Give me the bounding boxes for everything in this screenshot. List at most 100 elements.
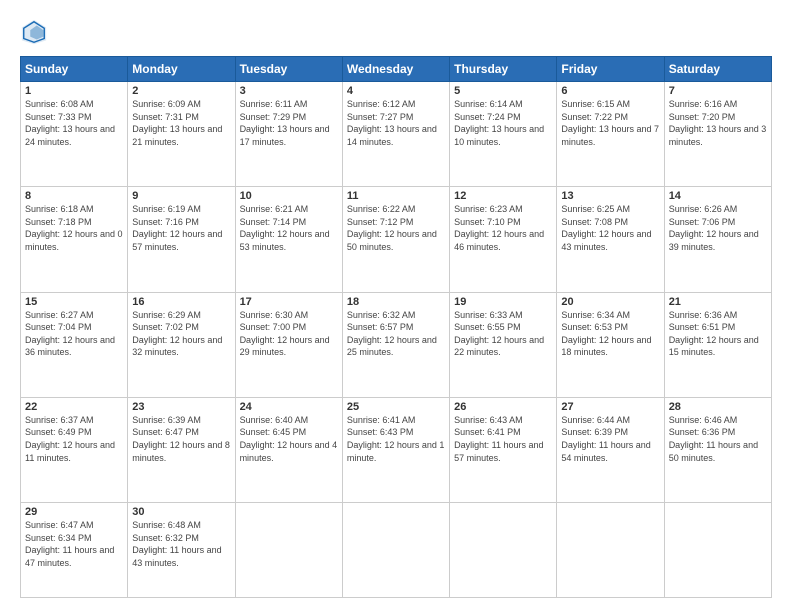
day-info: Sunrise: 6:32 AMSunset: 6:57 PMDaylight:… bbox=[347, 310, 437, 358]
day-info: Sunrise: 6:36 AMSunset: 6:51 PMDaylight:… bbox=[669, 310, 759, 358]
day-cell: 28 Sunrise: 6:46 AMSunset: 6:36 PMDaylig… bbox=[664, 397, 771, 502]
weekday-header-thursday: Thursday bbox=[450, 57, 557, 82]
week-row-1: 1 Sunrise: 6:08 AMSunset: 7:33 PMDayligh… bbox=[21, 82, 772, 187]
day-cell: 21 Sunrise: 6:36 AMSunset: 6:51 PMDaylig… bbox=[664, 292, 771, 397]
day-number: 14 bbox=[669, 190, 767, 202]
weekday-header-row: SundayMondayTuesdayWednesdayThursdayFrid… bbox=[21, 57, 772, 82]
day-cell bbox=[450, 503, 557, 598]
day-info: Sunrise: 6:44 AMSunset: 6:39 PMDaylight:… bbox=[561, 415, 650, 463]
day-info: Sunrise: 6:34 AMSunset: 6:53 PMDaylight:… bbox=[561, 310, 651, 358]
day-number: 17 bbox=[240, 296, 338, 308]
day-number: 19 bbox=[454, 296, 552, 308]
day-cell: 17 Sunrise: 6:30 AMSunset: 7:00 PMDaylig… bbox=[235, 292, 342, 397]
day-number: 28 bbox=[669, 401, 767, 413]
day-info: Sunrise: 6:37 AMSunset: 6:49 PMDaylight:… bbox=[25, 415, 115, 463]
day-info: Sunrise: 6:08 AMSunset: 7:33 PMDaylight:… bbox=[25, 99, 115, 147]
day-number: 6 bbox=[561, 85, 659, 97]
day-info: Sunrise: 6:29 AMSunset: 7:02 PMDaylight:… bbox=[132, 310, 222, 358]
day-cell: 19 Sunrise: 6:33 AMSunset: 6:55 PMDaylig… bbox=[450, 292, 557, 397]
day-info: Sunrise: 6:12 AMSunset: 7:27 PMDaylight:… bbox=[347, 99, 437, 147]
day-number: 24 bbox=[240, 401, 338, 413]
day-info: Sunrise: 6:33 AMSunset: 6:55 PMDaylight:… bbox=[454, 310, 544, 358]
day-info: Sunrise: 6:14 AMSunset: 7:24 PMDaylight:… bbox=[454, 99, 544, 147]
day-cell: 29 Sunrise: 6:47 AMSunset: 6:34 PMDaylig… bbox=[21, 503, 128, 598]
day-number: 4 bbox=[347, 85, 445, 97]
day-cell: 1 Sunrise: 6:08 AMSunset: 7:33 PMDayligh… bbox=[21, 82, 128, 187]
weekday-header-friday: Friday bbox=[557, 57, 664, 82]
day-info: Sunrise: 6:30 AMSunset: 7:00 PMDaylight:… bbox=[240, 310, 330, 358]
day-number: 23 bbox=[132, 401, 230, 413]
day-info: Sunrise: 6:26 AMSunset: 7:06 PMDaylight:… bbox=[669, 204, 759, 252]
day-info: Sunrise: 6:15 AMSunset: 7:22 PMDaylight:… bbox=[561, 99, 659, 147]
week-row-3: 15 Sunrise: 6:27 AMSunset: 7:04 PMDaylig… bbox=[21, 292, 772, 397]
weekday-header-tuesday: Tuesday bbox=[235, 57, 342, 82]
day-info: Sunrise: 6:25 AMSunset: 7:08 PMDaylight:… bbox=[561, 204, 651, 252]
day-info: Sunrise: 6:41 AMSunset: 6:43 PMDaylight:… bbox=[347, 415, 445, 463]
weekday-header-wednesday: Wednesday bbox=[342, 57, 449, 82]
day-info: Sunrise: 6:23 AMSunset: 7:10 PMDaylight:… bbox=[454, 204, 544, 252]
day-number: 10 bbox=[240, 190, 338, 202]
day-cell: 24 Sunrise: 6:40 AMSunset: 6:45 PMDaylig… bbox=[235, 397, 342, 502]
day-number: 30 bbox=[132, 506, 230, 518]
day-number: 21 bbox=[669, 296, 767, 308]
day-number: 12 bbox=[454, 190, 552, 202]
day-cell: 4 Sunrise: 6:12 AMSunset: 7:27 PMDayligh… bbox=[342, 82, 449, 187]
day-number: 1 bbox=[25, 85, 123, 97]
day-cell bbox=[342, 503, 449, 598]
day-cell: 7 Sunrise: 6:16 AMSunset: 7:20 PMDayligh… bbox=[664, 82, 771, 187]
logo-icon bbox=[20, 18, 48, 46]
day-info: Sunrise: 6:09 AMSunset: 7:31 PMDaylight:… bbox=[132, 99, 222, 147]
day-info: Sunrise: 6:19 AMSunset: 7:16 PMDaylight:… bbox=[132, 204, 222, 252]
day-number: 16 bbox=[132, 296, 230, 308]
day-number: 27 bbox=[561, 401, 659, 413]
day-number: 18 bbox=[347, 296, 445, 308]
weekday-header-saturday: Saturday bbox=[664, 57, 771, 82]
day-number: 25 bbox=[347, 401, 445, 413]
day-cell: 8 Sunrise: 6:18 AMSunset: 7:18 PMDayligh… bbox=[21, 187, 128, 292]
day-info: Sunrise: 6:27 AMSunset: 7:04 PMDaylight:… bbox=[25, 310, 115, 358]
day-cell: 16 Sunrise: 6:29 AMSunset: 7:02 PMDaylig… bbox=[128, 292, 235, 397]
day-info: Sunrise: 6:18 AMSunset: 7:18 PMDaylight:… bbox=[25, 204, 123, 252]
day-cell: 30 Sunrise: 6:48 AMSunset: 6:32 PMDaylig… bbox=[128, 503, 235, 598]
day-number: 8 bbox=[25, 190, 123, 202]
day-number: 7 bbox=[669, 85, 767, 97]
day-cell: 11 Sunrise: 6:22 AMSunset: 7:12 PMDaylig… bbox=[342, 187, 449, 292]
week-row-4: 22 Sunrise: 6:37 AMSunset: 6:49 PMDaylig… bbox=[21, 397, 772, 502]
day-cell: 2 Sunrise: 6:09 AMSunset: 7:31 PMDayligh… bbox=[128, 82, 235, 187]
day-cell: 14 Sunrise: 6:26 AMSunset: 7:06 PMDaylig… bbox=[664, 187, 771, 292]
day-cell bbox=[664, 503, 771, 598]
day-cell: 18 Sunrise: 6:32 AMSunset: 6:57 PMDaylig… bbox=[342, 292, 449, 397]
day-cell: 22 Sunrise: 6:37 AMSunset: 6:49 PMDaylig… bbox=[21, 397, 128, 502]
day-number: 11 bbox=[347, 190, 445, 202]
day-info: Sunrise: 6:43 AMSunset: 6:41 PMDaylight:… bbox=[454, 415, 543, 463]
day-number: 15 bbox=[25, 296, 123, 308]
day-number: 20 bbox=[561, 296, 659, 308]
day-cell: 25 Sunrise: 6:41 AMSunset: 6:43 PMDaylig… bbox=[342, 397, 449, 502]
day-info: Sunrise: 6:46 AMSunset: 6:36 PMDaylight:… bbox=[669, 415, 758, 463]
day-info: Sunrise: 6:11 AMSunset: 7:29 PMDaylight:… bbox=[240, 99, 330, 147]
day-info: Sunrise: 6:16 AMSunset: 7:20 PMDaylight:… bbox=[669, 99, 767, 147]
week-row-2: 8 Sunrise: 6:18 AMSunset: 7:18 PMDayligh… bbox=[21, 187, 772, 292]
day-cell bbox=[235, 503, 342, 598]
day-info: Sunrise: 6:39 AMSunset: 6:47 PMDaylight:… bbox=[132, 415, 230, 463]
day-info: Sunrise: 6:40 AMSunset: 6:45 PMDaylight:… bbox=[240, 415, 338, 463]
day-number: 29 bbox=[25, 506, 123, 518]
day-cell: 6 Sunrise: 6:15 AMSunset: 7:22 PMDayligh… bbox=[557, 82, 664, 187]
page: SundayMondayTuesdayWednesdayThursdayFrid… bbox=[0, 0, 792, 612]
day-number: 3 bbox=[240, 85, 338, 97]
day-info: Sunrise: 6:48 AMSunset: 6:32 PMDaylight:… bbox=[132, 520, 221, 568]
day-cell: 15 Sunrise: 6:27 AMSunset: 7:04 PMDaylig… bbox=[21, 292, 128, 397]
day-info: Sunrise: 6:47 AMSunset: 6:34 PMDaylight:… bbox=[25, 520, 114, 568]
header bbox=[20, 18, 772, 46]
day-cell: 26 Sunrise: 6:43 AMSunset: 6:41 PMDaylig… bbox=[450, 397, 557, 502]
day-number: 5 bbox=[454, 85, 552, 97]
day-cell: 5 Sunrise: 6:14 AMSunset: 7:24 PMDayligh… bbox=[450, 82, 557, 187]
day-number: 13 bbox=[561, 190, 659, 202]
day-number: 9 bbox=[132, 190, 230, 202]
day-info: Sunrise: 6:21 AMSunset: 7:14 PMDaylight:… bbox=[240, 204, 330, 252]
day-number: 22 bbox=[25, 401, 123, 413]
weekday-header-sunday: Sunday bbox=[21, 57, 128, 82]
day-info: Sunrise: 6:22 AMSunset: 7:12 PMDaylight:… bbox=[347, 204, 437, 252]
day-number: 2 bbox=[132, 85, 230, 97]
day-cell: 20 Sunrise: 6:34 AMSunset: 6:53 PMDaylig… bbox=[557, 292, 664, 397]
